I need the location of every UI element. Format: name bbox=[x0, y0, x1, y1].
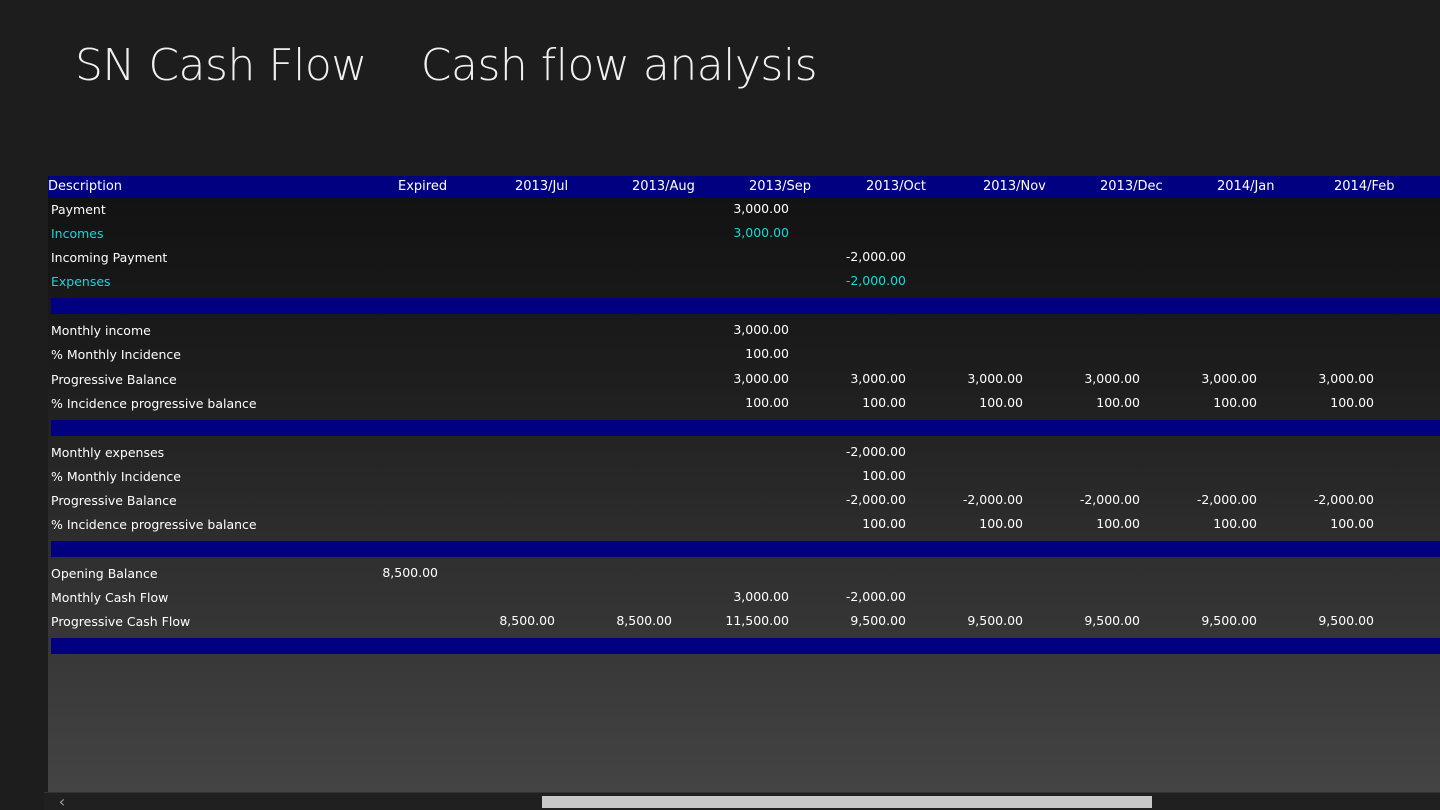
table-cell: -2,000.00 bbox=[845, 273, 906, 288]
row-description: Progressive Balance bbox=[51, 372, 177, 387]
column-header-description: Description bbox=[48, 179, 123, 194]
table-row[interactable]: Expenses -2,000.00 bbox=[48, 270, 1440, 294]
row-description: Opening Balance bbox=[51, 566, 158, 581]
table-cell: -2,000.00 bbox=[1079, 492, 1140, 507]
table-cell: 100.00 bbox=[745, 395, 789, 410]
row-description: % Monthly Incidence bbox=[51, 469, 181, 484]
table-cell: 100.00 bbox=[1096, 516, 1140, 531]
table-cell: 100.00 bbox=[979, 395, 1023, 410]
table-cell: 9,500.00 bbox=[850, 613, 906, 628]
cash-flow-grid[interactable]: Description Expired 2013/Jul 2013/Aug 2013/S… bbox=[48, 176, 1440, 792]
table-cell: -2,000.00 bbox=[845, 492, 906, 507]
table-cell: 3,000.00 bbox=[733, 371, 789, 386]
scrollbar-thumb[interactable] bbox=[542, 796, 1152, 808]
table-cell: 3,000.00 bbox=[850, 371, 906, 386]
table-cell: 100.00 bbox=[1213, 395, 1257, 410]
section-separator bbox=[51, 541, 1440, 557]
table-row[interactable]: Monthly Cash Flow 3,000.00 -2,000.00 bbox=[48, 586, 1440, 610]
column-header: 2013/Oct bbox=[866, 179, 926, 194]
row-description: Payment bbox=[51, 202, 106, 217]
table-row[interactable]: Monthly income 3,000.00 bbox=[48, 319, 1440, 343]
row-description: Expenses bbox=[51, 274, 111, 289]
table-cell: 100.00 bbox=[1096, 395, 1140, 410]
table-row[interactable]: Incoming Payment -2,000.00 bbox=[48, 246, 1440, 270]
app-title: SN Cash Flow bbox=[75, 40, 367, 91]
table-row[interactable]: Opening Balance 8,500.00 bbox=[48, 562, 1440, 586]
table-cell: 9,500.00 bbox=[1201, 613, 1257, 628]
page-title: Cash flow analysis bbox=[420, 40, 818, 91]
table-cell: 100.00 bbox=[862, 516, 906, 531]
chevron-left-icon[interactable]: ‹ bbox=[54, 793, 70, 810]
table-cell: 100.00 bbox=[1330, 395, 1374, 410]
column-header: 2013/Aug bbox=[632, 179, 695, 194]
row-description: Progressive Cash Flow bbox=[51, 614, 191, 629]
table-cell: 3,000.00 bbox=[733, 225, 789, 240]
table-cell: 8,500.00 bbox=[499, 613, 555, 628]
column-header: 2013/Dec bbox=[1100, 179, 1163, 194]
column-header: 2014/Jan bbox=[1217, 179, 1275, 194]
table-row[interactable]: Monthly expenses -2,000.00 bbox=[48, 441, 1440, 465]
table-cell: 9,500.00 bbox=[967, 613, 1023, 628]
section-separator bbox=[51, 420, 1440, 436]
table-row[interactable]: % Incidence progressive balance 100.00 100… bbox=[48, 513, 1440, 537]
table-cell: -2,000.00 bbox=[845, 444, 906, 459]
table-row[interactable]: Payment 3,000.00 bbox=[48, 198, 1440, 222]
table-cell: 100.00 bbox=[862, 468, 906, 483]
table-cell: 3,000.00 bbox=[1084, 371, 1140, 386]
table-cell: 3,000.00 bbox=[733, 201, 789, 216]
table-row[interactable]: % Monthly Incidence 100.00 bbox=[48, 343, 1440, 367]
table-cell: 3,000.00 bbox=[1201, 371, 1257, 386]
row-description: Monthly Cash Flow bbox=[51, 590, 169, 605]
table-cell: 100.00 bbox=[979, 516, 1023, 531]
row-description: % Incidence progressive balance bbox=[51, 517, 257, 532]
table-row[interactable]: Incomes 3,000.00 bbox=[48, 222, 1440, 246]
table-cell: 9,500.00 bbox=[1084, 613, 1140, 628]
column-header: 2013/Sep bbox=[749, 179, 811, 194]
table-cell: 100.00 bbox=[745, 346, 789, 361]
table-cell: 100.00 bbox=[862, 395, 906, 410]
column-header: 2014/Feb bbox=[1334, 179, 1395, 194]
table-cell: 3,000.00 bbox=[1318, 371, 1374, 386]
row-description: Incomes bbox=[51, 226, 104, 241]
grid-header: Description Expired 2013/Jul 2013/Aug 2013/S… bbox=[48, 176, 1440, 198]
horizontal-scrollbar[interactable]: ‹ bbox=[44, 792, 1440, 810]
row-description: Monthly income bbox=[51, 323, 151, 338]
table-row[interactable]: Progressive Cash Flow 8,500.00 8,500.00 11,… bbox=[48, 610, 1440, 634]
table-cell: 9,500.00 bbox=[1318, 613, 1374, 628]
app-header: SN Cash Flow Cash flow analysis bbox=[75, 40, 818, 110]
column-header: Expired bbox=[398, 179, 448, 194]
row-description: Incoming Payment bbox=[51, 250, 168, 265]
table-cell: -2,000.00 bbox=[1196, 492, 1257, 507]
table-row[interactable]: % Monthly Incidence 100.00 bbox=[48, 465, 1440, 489]
table-cell: 8,500.00 bbox=[616, 613, 672, 628]
table-row[interactable]: Progressive Balance 3,000.00 3,000.00 3,000… bbox=[48, 368, 1440, 392]
table-cell: -2,000.00 bbox=[845, 589, 906, 604]
table-cell: -2,000.00 bbox=[962, 492, 1023, 507]
table-row[interactable]: Progressive Balance -2,000.00 -2,000.00 -2,… bbox=[48, 489, 1440, 513]
section-separator bbox=[51, 638, 1440, 654]
column-header: 2013/Nov bbox=[983, 179, 1046, 194]
table-cell: 100.00 bbox=[1330, 516, 1374, 531]
app-page: SN Cash Flow Cash flow analysis Descript… bbox=[0, 0, 1440, 810]
table-cell: 100.00 bbox=[1213, 516, 1257, 531]
table-cell: 8,500.00 bbox=[382, 565, 438, 580]
table-cell: 11,500.00 bbox=[725, 613, 789, 628]
row-description: Monthly expenses bbox=[51, 445, 165, 460]
row-description: % Monthly Incidence bbox=[51, 347, 181, 362]
row-description: Progressive Balance bbox=[51, 493, 177, 508]
table-cell: -2,000.00 bbox=[1313, 492, 1374, 507]
table-cell: 3,000.00 bbox=[733, 589, 789, 604]
row-description: % Incidence progressive balance bbox=[51, 396, 257, 411]
table-cell: 3,000.00 bbox=[967, 371, 1023, 386]
column-header: 2013/Jul bbox=[515, 179, 569, 194]
table-cell: -2,000.00 bbox=[845, 249, 906, 264]
table-cell: 3,000.00 bbox=[733, 322, 789, 337]
section-separator bbox=[51, 298, 1440, 314]
table-row[interactable]: % Incidence progressive balance 100.00 100… bbox=[48, 392, 1440, 416]
